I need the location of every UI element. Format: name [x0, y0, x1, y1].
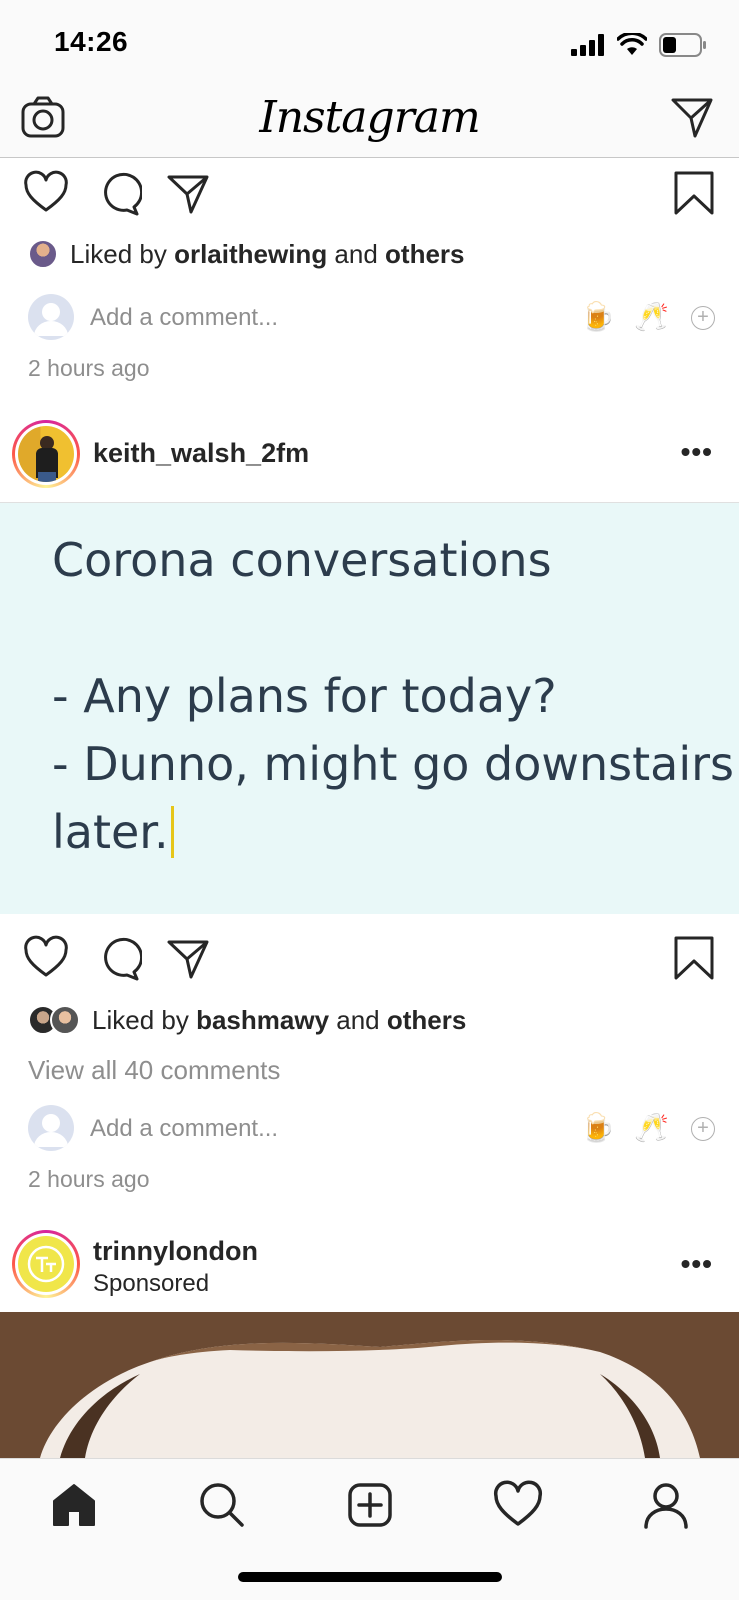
champagne-emoji-button[interactable]: 🥂 — [634, 1111, 669, 1145]
bookmark-icon[interactable] — [670, 169, 718, 217]
sponsored-label: Sponsored — [93, 1270, 210, 1297]
comment-bubble-icon[interactable] — [94, 934, 142, 982]
activity-heart-icon[interactable] — [492, 1479, 544, 1531]
search-icon[interactable] — [196, 1479, 248, 1531]
battery-icon — [659, 33, 706, 57]
text-post-line: - Dunno, might go downstairs — [52, 737, 735, 791]
post2-avatar[interactable] — [12, 420, 80, 488]
add-emoji-icon[interactable]: + — [691, 1117, 715, 1141]
liked-by-others[interactable]: others — [387, 1005, 466, 1036]
bookmark-icon[interactable] — [670, 934, 718, 982]
add-emoji-icon[interactable]: + — [691, 306, 715, 330]
post3-header: trinnylondon Sponsored ••• — [0, 1228, 739, 1304]
post2-username[interactable]: keith_walsh_2fm — [93, 438, 309, 469]
direct-message-icon[interactable] — [669, 94, 715, 140]
post2-likes: Liked by bashmawy and others — [28, 1002, 466, 1038]
top-nav-bar: Instagram — [0, 88, 739, 158]
liked-by-username[interactable]: orlaithewing — [174, 239, 327, 270]
like-heart-icon[interactable] — [22, 169, 70, 217]
default-avatar-icon — [34, 1114, 68, 1147]
trinny-logo-icon — [27, 1245, 65, 1283]
post1-time-ago: 2 hours ago — [28, 355, 150, 381]
text-cursor — [170, 806, 174, 858]
liker-avatar[interactable] — [50, 1005, 80, 1035]
more-options-icon[interactable]: ••• — [681, 1248, 713, 1280]
wifi-icon — [617, 33, 647, 55]
liked-by-username[interactable]: bashmawy — [196, 1005, 329, 1036]
new-post-icon[interactable] — [344, 1479, 396, 1531]
liked-by-and: and — [329, 1004, 387, 1035]
like-heart-icon[interactable] — [22, 934, 70, 982]
post3-photo[interactable] — [0, 1312, 739, 1458]
beer-emoji-button[interactable]: 🍺 — [580, 1111, 615, 1145]
text-post-line: later. — [52, 805, 169, 859]
post2-time-ago: 2 hours ago — [28, 1166, 150, 1192]
status-time: 14:26 — [54, 26, 129, 57]
own-avatar — [28, 294, 74, 340]
post3-username[interactable]: trinnylondon — [93, 1236, 258, 1267]
post2-action-row — [0, 930, 739, 986]
liked-by-others[interactable]: others — [385, 239, 464, 270]
post3-photo-image — [0, 1312, 739, 1458]
post1-comment-row: Add a comment... 🍺 🥂 + — [0, 294, 739, 346]
add-comment-input[interactable]: Add a comment... — [90, 1115, 278, 1143]
home-icon[interactable] — [48, 1479, 100, 1531]
post2-text-image[interactable]: Corona conversations - Any plans for tod… — [0, 502, 739, 914]
liked-by-prefix: Liked by — [92, 1004, 197, 1035]
home-indicator[interactable] — [238, 1572, 502, 1582]
post2-header: keith_walsh_2fm ••• — [0, 418, 739, 494]
text-post-last-line: later. — [52, 805, 174, 859]
instagram-logo: Instagram — [259, 92, 480, 143]
liked-by-prefix: Liked by — [70, 238, 175, 269]
view-all-comments-link[interactable]: View all 40 comments — [28, 1055, 280, 1086]
default-avatar-icon — [34, 303, 68, 336]
liked-by-and: and — [327, 238, 386, 269]
liker-avatar[interactable] — [28, 239, 58, 269]
post2-comment-row: Add a comment... 🍺 🥂 + — [0, 1105, 739, 1157]
text-post-line: - Any plans for today? — [52, 669, 557, 723]
share-direct-icon[interactable] — [164, 934, 212, 982]
status-icons — [571, 30, 707, 60]
text-post-line: Corona conversations — [52, 533, 552, 587]
profile-icon[interactable] — [640, 1479, 692, 1531]
more-options-icon[interactable]: ••• — [681, 436, 713, 468]
cellular-signal-icon — [571, 34, 604, 56]
own-avatar — [28, 1105, 74, 1151]
beer-emoji-button[interactable]: 🍺 — [580, 300, 615, 334]
post1-likes: Liked by orlaithewing and others — [28, 236, 465, 272]
status-bar: 14:26 — [0, 0, 739, 88]
post1-action-row — [0, 165, 739, 221]
comment-bubble-icon[interactable] — [94, 169, 142, 217]
share-direct-icon[interactable] — [164, 169, 212, 217]
post3-avatar[interactable] — [12, 1230, 80, 1298]
champagne-emoji-button[interactable]: 🥂 — [634, 300, 669, 334]
add-comment-input[interactable]: Add a comment... — [90, 304, 278, 332]
